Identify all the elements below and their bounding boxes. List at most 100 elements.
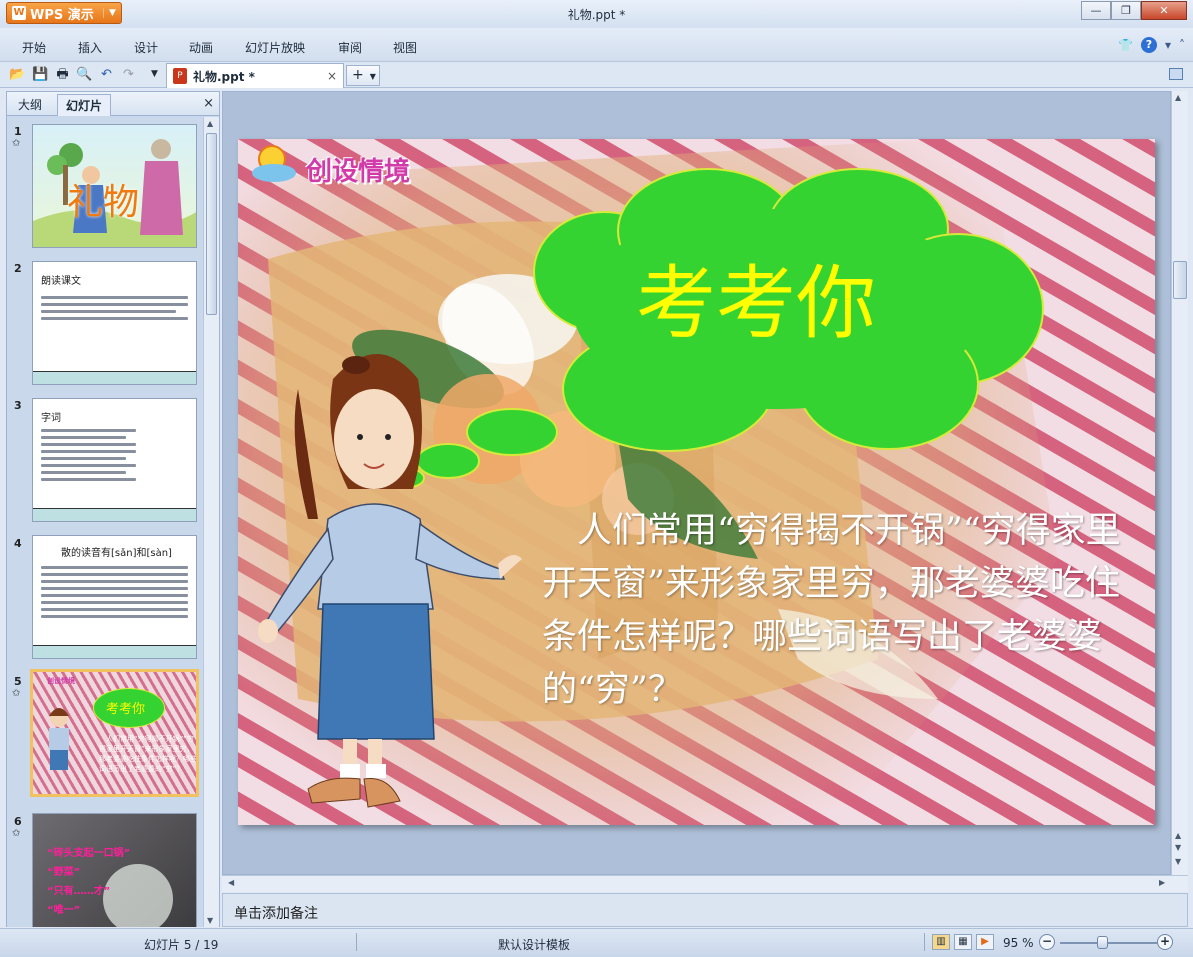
slide-2-text-lines xyxy=(33,262,196,320)
zoom-slider-knob[interactable] xyxy=(1097,936,1108,949)
slide-thumbnail-1[interactable]: 礼物 xyxy=(32,124,197,248)
open-icon[interactable]: 📂 xyxy=(9,66,26,83)
menu-item-design[interactable]: 设计 xyxy=(134,39,158,56)
slide-thumbnail-list: 1 ✩ 礼物 2 朗读课文 3 字词 4 散的读音有[sǎn]和[sàn] 5 … xyxy=(7,117,203,927)
menu-item-review[interactable]: 审阅 xyxy=(338,39,362,56)
slide-number: 3 xyxy=(14,399,22,412)
slide-label: 创设情境 xyxy=(306,157,411,187)
slide-number: 5 xyxy=(14,675,22,688)
slide-sorter-icon[interactable]: ▦ xyxy=(954,934,972,950)
slide-thumbnail-4[interactable]: 散的读音有[sǎn]和[sàn] xyxy=(32,535,197,659)
slide-thumbnail-6[interactable]: “砖头支起一口锅” “野菜” “只有……才” “唯一” xyxy=(32,813,197,927)
window-controls: — ❐ ✕ xyxy=(1081,1,1187,20)
panel-tabs: 大纲 幻灯片 × xyxy=(7,92,219,116)
slide-5-girl-illustration xyxy=(49,708,69,770)
skin-icon[interactable]: 👕 xyxy=(1118,38,1133,52)
chevron-down-icon[interactable]: ▾ xyxy=(1165,38,1171,52)
menu-bar: 开始 插入 设计 动画 幻灯片放映 审阅 视图 👕 ? ▾ ˄ xyxy=(0,28,1193,62)
help-icon[interactable]: ? xyxy=(1140,37,1157,53)
scroll-left-icon[interactable]: ◀ xyxy=(228,878,234,887)
menu-right-tools: 👕 ? ▾ ˄ xyxy=(1118,37,1185,53)
new-tab-button[interactable]: + ▼ xyxy=(346,65,380,86)
scroll-right-icon[interactable]: ▶ xyxy=(1159,878,1165,887)
animation-star-icon: ✩ xyxy=(12,828,21,839)
print-icon[interactable]: 🖶 xyxy=(54,66,71,83)
notes-placeholder: 单击添加备注 xyxy=(234,906,318,922)
close-button[interactable]: ✕ xyxy=(1141,1,1187,20)
collapse-icon[interactable]: ˄ xyxy=(1179,38,1185,52)
tab-close-button[interactable]: × xyxy=(327,69,337,83)
template-name: 默认设计模板 xyxy=(498,938,571,952)
slide-4-title: 散的读音有[sǎn]和[sàn] xyxy=(61,548,172,559)
tab-outline[interactable]: 大纲 xyxy=(10,94,50,116)
animation-star-icon: ✩ xyxy=(12,138,21,149)
status-divider xyxy=(924,933,925,951)
slide-number: 1 xyxy=(14,125,22,138)
slide-canvas[interactable]: 创设情境 考考你 人们常用“穷得揭不开锅”“穷得家里开天窗”来形象家里穷，那老婆… xyxy=(238,139,1155,825)
slide-thumbnail-2[interactable]: 朗读课文 xyxy=(32,261,197,385)
zoom-in-button[interactable]: + xyxy=(1157,934,1173,950)
panel-scrollbar[interactable]: ▲ ▼ xyxy=(203,117,219,927)
slide-body-text: 人们常用“穷得揭不开锅”“穷得家里开天窗”来形象家里穷，那老婆婆吃住条件怎样呢？… xyxy=(542,511,1121,710)
slide-panel: 大纲 幻灯片 × 1 ✩ 礼物 2 朗读课文 3 字词 4 散的读音有[sǎn]… xyxy=(6,91,220,927)
scroll-thumb[interactable] xyxy=(206,133,217,315)
slide-6-item: “只有……才” xyxy=(47,886,111,897)
quick-toolbar: 📂 💾 🖶 🔍 ↶ ↷ ▼ P 礼物.ppt * × + ▼ xyxy=(0,62,1193,88)
slide-thumbnail-3[interactable]: 字词 xyxy=(32,398,197,522)
scroll-up-icon[interactable]: ▲ xyxy=(1175,93,1181,102)
zoom-slider-track[interactable] xyxy=(1060,942,1157,944)
scroll-thumb[interactable] xyxy=(1173,261,1187,299)
menu-item-slideshow[interactable]: 幻灯片放映 xyxy=(245,39,305,56)
slide-footer-bar xyxy=(33,371,196,384)
ppt-file-icon: P xyxy=(173,68,187,84)
new-tab-label: + xyxy=(352,67,364,83)
slide-6-item: “野菜” xyxy=(47,867,81,878)
slide-counter: 幻灯片 5 / 19 xyxy=(144,938,219,952)
zoom-out-button[interactable]: − xyxy=(1039,934,1055,950)
animation-star-icon: ✩ xyxy=(12,688,21,699)
slide-1-title: 礼物 xyxy=(67,182,140,223)
slide-6-item: “砖头支起一口锅” xyxy=(47,848,131,859)
document-tab-label: 礼物.ppt * xyxy=(193,69,255,84)
prev-slide-icon[interactable]: ▲ xyxy=(1175,831,1181,840)
title-bar: W WPS 演示 ▼ 礼物.ppt * — ❐ ✕ xyxy=(0,0,1193,28)
chevron-down-icon[interactable]: ▼ xyxy=(146,66,163,83)
editor-horizontal-scrollbar[interactable]: ◀ ▶ xyxy=(222,875,1188,892)
normal-view-icon[interactable]: ▥ xyxy=(932,934,950,950)
slide-number: 6 xyxy=(14,815,22,828)
menu-item-animation[interactable]: 动画 xyxy=(189,39,213,56)
slide-title: 考考你 xyxy=(636,257,876,350)
tab-slides[interactable]: 幻灯片 xyxy=(57,94,112,116)
editor-vertical-scrollbar[interactable]: ▲ ▲ ▼ ▼ xyxy=(1171,91,1188,875)
next-slide-icon[interactable]: ▼ xyxy=(1175,857,1181,866)
slide-5-title: 考考你 xyxy=(106,702,146,717)
notes-pane[interactable]: 单击添加备注 xyxy=(222,893,1188,927)
menu-item-view[interactable]: 视图 xyxy=(393,39,417,56)
slide-thumbnail-5[interactable]: 创设情境 考考你 人们常用“穷得揭不开锅”“穷得家里开天窗”来形象家里穷，那老婆… xyxy=(30,669,199,797)
chevron-down-icon: ▼ xyxy=(369,72,376,81)
redo-icon[interactable]: ↷ xyxy=(120,66,137,83)
slide-6-list: “砖头支起一口锅” “野菜” “只有……才” “唯一” xyxy=(47,844,130,920)
window-layout-icon[interactable] xyxy=(1169,68,1183,80)
save-icon[interactable]: 💾 xyxy=(32,66,49,83)
scroll-down-icon[interactable]: ▼ xyxy=(207,916,213,925)
slide-6-item: “唯一” xyxy=(47,905,81,916)
slide-3-title: 字词 xyxy=(41,413,61,424)
slide-2-title: 朗读课文 xyxy=(41,276,81,287)
slide-footer-bar xyxy=(33,508,196,521)
window-title: 礼物.ppt * xyxy=(567,8,626,22)
print-preview-icon[interactable]: 🔍 xyxy=(76,66,93,83)
minimize-button[interactable]: — xyxy=(1081,1,1111,20)
document-tab[interactable]: P 礼物.ppt * × xyxy=(166,63,344,88)
close-icon[interactable]: × xyxy=(203,96,214,111)
slide-5-body: 人们常用“穷得揭不开锅”“穷得家里开天窗”来形象家里穷，那老婆婆吃住条件怎样呢？… xyxy=(99,735,197,773)
menu-item-insert[interactable]: 插入 xyxy=(78,39,102,56)
restore-button[interactable]: ❐ xyxy=(1111,1,1141,20)
slideshow-icon[interactable]: ▶ xyxy=(976,934,994,950)
slide-footer-bar xyxy=(33,645,196,658)
scroll-down-icon[interactable]: ▼ xyxy=(1175,843,1181,852)
undo-icon[interactable]: ↶ xyxy=(98,66,115,83)
scroll-up-icon[interactable]: ▲ xyxy=(207,119,213,128)
status-divider xyxy=(356,933,357,951)
menu-item-start[interactable]: 开始 xyxy=(22,39,46,56)
